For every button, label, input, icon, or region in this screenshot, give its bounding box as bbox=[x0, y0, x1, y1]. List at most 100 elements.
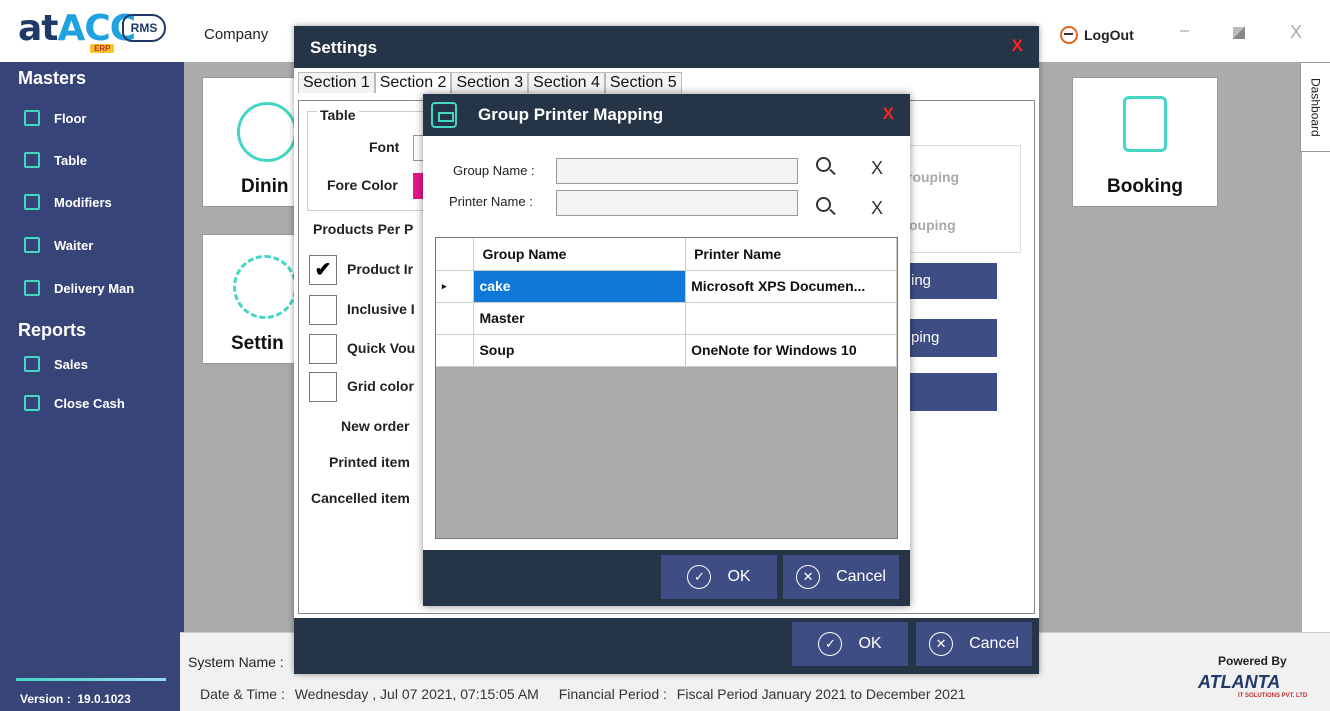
grid-color-label: Grid color bbox=[347, 378, 414, 394]
settings-cancel-button[interactable]: ✕ Cancel bbox=[916, 622, 1032, 666]
grouping-box bbox=[901, 145, 1021, 253]
gpm-ok-button[interactable]: ✓ OK bbox=[661, 555, 777, 599]
product-image-label: Product Ir bbox=[347, 261, 414, 277]
group-name-label: Group Name : bbox=[453, 163, 535, 178]
column-group-name[interactable]: Group Name bbox=[473, 238, 687, 271]
settings-tabs: Section 1 Section 2 Section 3 Section 4 … bbox=[298, 72, 682, 93]
check-circle-icon: ✓ bbox=[818, 632, 843, 656]
inclusive-label: Inclusive I bbox=[347, 301, 415, 317]
new-order-label: New order bbox=[341, 418, 410, 434]
right-panel-button-3[interactable] bbox=[907, 373, 997, 411]
printer-cell[interactable]: OneNote for Windows 10 bbox=[685, 334, 897, 367]
printer-search-icon[interactable] bbox=[816, 197, 831, 212]
version-divider bbox=[16, 678, 166, 681]
right-panel-button-1[interactable]: ing bbox=[907, 263, 997, 299]
inclusive-checkbox[interactable] bbox=[309, 295, 337, 325]
delivery-man-icon bbox=[24, 280, 40, 296]
products-per-label: Products Per P bbox=[313, 221, 414, 237]
table-row[interactable]: Soup OneNote for Windows 10 bbox=[436, 334, 897, 367]
close-cash-icon bbox=[24, 395, 40, 411]
printed-item-label: Printed item bbox=[329, 454, 410, 470]
product-image-checkbox[interactable]: ✔ bbox=[309, 255, 337, 285]
tab-section-2[interactable]: Section 2 bbox=[374, 72, 452, 93]
table-row[interactable]: Master bbox=[436, 302, 897, 335]
group-printer-mapping-dialog: Group Printer Mapping X Group Name : X P… bbox=[423, 94, 910, 606]
atlanta-logo: ATLANTA IT SOLUTIONS PVT. LTD bbox=[1198, 672, 1308, 699]
settings-gear-icon bbox=[233, 255, 297, 319]
table-row[interactable]: ▸ cake Microsoft XPS Documen... bbox=[436, 270, 897, 303]
grid-header-row: Group Name Printer Name bbox=[436, 238, 897, 271]
x-circle-icon: ✕ bbox=[929, 632, 954, 656]
company-menu[interactable]: Company bbox=[204, 26, 268, 43]
tab-section-4[interactable]: Section 4 bbox=[528, 72, 605, 93]
grouping-label-1: rouping bbox=[907, 169, 960, 185]
grid-color-checkbox[interactable] bbox=[309, 372, 337, 402]
group-cell[interactable]: Master bbox=[473, 302, 687, 335]
reports-heading: Reports bbox=[18, 320, 87, 340]
fore-color-label: Fore Color bbox=[327, 177, 398, 193]
row-header-corner bbox=[436, 238, 475, 271]
settings-ok-button[interactable]: ✓ OK bbox=[792, 622, 908, 666]
system-name-label: System Name : bbox=[188, 654, 284, 670]
printer-clear-button[interactable]: X bbox=[871, 198, 883, 219]
printer-name-input[interactable] bbox=[556, 190, 798, 216]
logout-icon bbox=[1060, 26, 1078, 44]
table-icon bbox=[24, 152, 40, 168]
datetime-info: Date & Time : Wednesday , Jul 07 2021, 0… bbox=[200, 686, 966, 702]
right-panel-button-2[interactable]: ping bbox=[907, 319, 997, 357]
table-group-label: Table bbox=[317, 107, 359, 123]
sidebar-item-close-cash[interactable]: Close Cash bbox=[24, 395, 125, 411]
gpm-title: Group Printer Mapping bbox=[423, 94, 910, 136]
x-circle-icon: ✕ bbox=[796, 565, 821, 589]
tab-section-3[interactable]: Section 3 bbox=[451, 72, 529, 93]
booking-icon bbox=[1123, 96, 1167, 152]
group-cell[interactable]: cake bbox=[473, 270, 687, 303]
dining-icon bbox=[237, 102, 297, 162]
minimize-button[interactable]: – bbox=[1180, 22, 1189, 40]
mapping-grid: Group Name Printer Name ▸ cake Microsoft… bbox=[435, 237, 898, 539]
sidebar-item-sales[interactable]: Sales bbox=[24, 356, 88, 372]
settings-close-button[interactable]: X bbox=[1012, 36, 1023, 56]
sidebar-item-delivery-man[interactable]: Delivery Man bbox=[24, 280, 134, 296]
group-name-input[interactable] bbox=[556, 158, 798, 184]
version-info: Version : 19.0.1023 bbox=[20, 692, 131, 706]
quick-voucher-label: Quick Vou bbox=[347, 340, 416, 356]
sidebar: Masters Floor Table Modifiers Waiter Del… bbox=[0, 62, 180, 711]
floor-icon bbox=[24, 110, 40, 126]
sales-icon bbox=[24, 356, 40, 372]
gpm-cancel-button[interactable]: ✕ Cancel bbox=[783, 555, 899, 599]
tab-section-1[interactable]: Section 1 bbox=[298, 72, 375, 93]
group-clear-button[interactable]: X bbox=[871, 158, 883, 179]
waiter-icon bbox=[24, 237, 40, 253]
tab-section-5[interactable]: Section 5 bbox=[604, 72, 682, 93]
quick-voucher-checkbox[interactable] bbox=[309, 334, 337, 364]
column-printer-name[interactable]: Printer Name bbox=[685, 238, 897, 271]
row-indicator bbox=[436, 302, 475, 335]
font-label: Font bbox=[369, 139, 400, 155]
group-search-icon[interactable] bbox=[816, 157, 831, 172]
dashboard-side-tab[interactable]: Dashboard bbox=[1300, 62, 1330, 152]
window-close-button[interactable]: X bbox=[1290, 22, 1302, 43]
gpm-close-button[interactable]: X bbox=[883, 104, 894, 124]
row-indicator bbox=[436, 334, 475, 367]
printer-cell[interactable] bbox=[685, 302, 897, 335]
sidebar-item-modifiers[interactable]: Modifiers bbox=[24, 194, 112, 210]
maximize-button[interactable] bbox=[1233, 27, 1245, 39]
printer-cell[interactable]: Microsoft XPS Documen... bbox=[685, 270, 897, 303]
sidebar-item-waiter[interactable]: Waiter bbox=[24, 237, 93, 253]
settings-title: Settings bbox=[294, 26, 1039, 68]
group-cell[interactable]: Soup bbox=[473, 334, 687, 367]
sidebar-item-table[interactable]: Table bbox=[24, 152, 87, 168]
masters-heading: Masters bbox=[18, 68, 87, 88]
grouping-label-2: ouping bbox=[909, 217, 956, 233]
modifiers-icon bbox=[24, 194, 40, 210]
printer-icon bbox=[431, 102, 457, 128]
powered-by-label: Powered By bbox=[1218, 654, 1287, 668]
settings-footer: ✓ OK ✕ Cancel bbox=[294, 618, 1039, 674]
cancelled-item-label: Cancelled item bbox=[311, 490, 410, 506]
logout-button[interactable]: LogOut bbox=[1060, 26, 1134, 44]
sidebar-item-floor[interactable]: Floor bbox=[24, 110, 87, 126]
booking-tile[interactable]: Booking bbox=[1072, 77, 1218, 207]
app-logo: atACC ERP RMS bbox=[18, 8, 168, 54]
check-circle-icon: ✓ bbox=[687, 565, 712, 589]
